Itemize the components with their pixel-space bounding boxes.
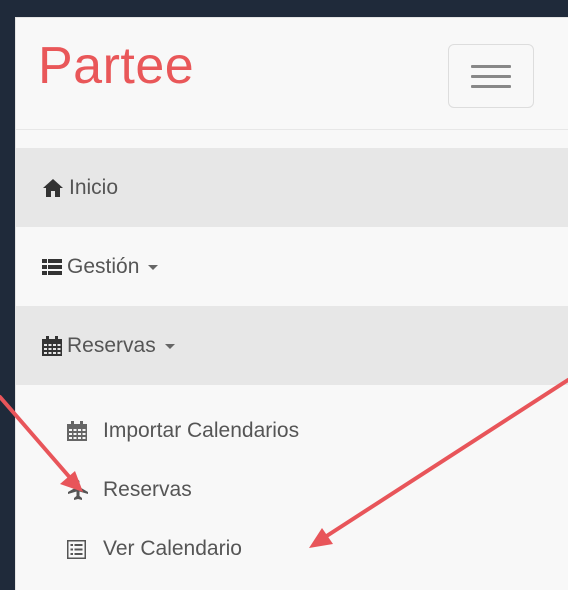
submenu-item-label: Reservas [103,478,192,501]
nav-item-label: Reservas [67,333,156,357]
calendar-icon [67,421,103,441]
caret-down-icon [164,344,175,349]
submenu-item-label: Importar Calendarios [103,419,300,442]
plane-icon [67,479,103,501]
th-list-icon [42,258,62,276]
submenu-item-importar-calendarios[interactable]: Importar Calendarios [16,411,568,451]
nav-item-label: Inicio [69,175,119,199]
sidebar-panel: Partee Inicio Gestión Reservas Importar … [15,17,568,590]
submenu-item-ver-calendario[interactable]: Ver Calendario [16,529,568,569]
nav-item-inicio[interactable]: Inicio [16,148,568,227]
list-alt-icon [67,539,103,559]
brand-logo[interactable]: Partee [38,40,194,92]
navbar-divider [16,129,568,130]
caret-down-icon [148,265,159,270]
navbar-toggle-button[interactable] [448,44,534,108]
submenu-item-reservas[interactable]: Reservas [16,470,568,510]
home-icon [42,178,64,198]
nav-item-reservas[interactable]: Reservas [16,306,568,385]
submenu-item-label: Ver Calendario [103,537,242,560]
calendar-icon [42,335,62,356]
nav-item-gestion[interactable]: Gestión [16,227,568,306]
nav-item-label: Gestión [67,254,140,278]
hamburger-icon [471,65,511,68]
